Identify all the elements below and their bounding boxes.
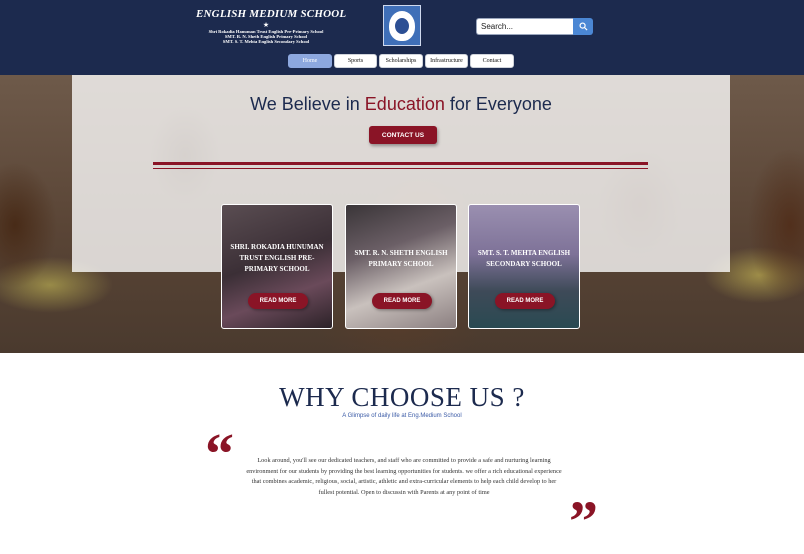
nav-home[interactable]: Home	[288, 54, 332, 68]
hero-background-photo: We Believe in Education for Everyone CON…	[0, 75, 804, 353]
site-header: ENGLISH MEDIUM SCHOOL ★ Shri Rokadia Han…	[0, 0, 804, 75]
hero-title-accent: Education	[364, 94, 445, 114]
divider-line-thin	[153, 168, 648, 169]
open-quote-icon: “	[205, 421, 234, 486]
nav-scholarships[interactable]: Scholarships	[379, 54, 423, 68]
why-choose-us-heading: WHY CHOOSE US ?	[279, 382, 525, 412]
contact-us-button[interactable]: CONTACT US	[369, 126, 437, 144]
school-crest-logo[interactable]	[383, 5, 421, 46]
search-bar	[476, 18, 593, 35]
hero-title: We Believe in Education for Everyone	[250, 94, 552, 114]
school-logo-text[interactable]: ENGLISH MEDIUM SCHOOL ★ Shri Rokadia Han…	[196, 8, 347, 45]
nav-sports[interactable]: Sports	[334, 54, 377, 68]
card-title: SMT. R. N. SHETH ENGLISH PRIMARY SCHOOL	[354, 249, 448, 268]
crest-emblem-icon	[389, 10, 415, 41]
read-more-button[interactable]: READ MORE	[372, 293, 432, 309]
divider-line	[153, 162, 648, 165]
nav-contact[interactable]: Contact	[470, 54, 514, 68]
card-title: SHRI. ROKADIA HUNUMAN TRUST ENGLISH PRE-…	[230, 243, 324, 273]
star-icon: ★	[262, 21, 270, 29]
search-button[interactable]	[573, 18, 593, 35]
why-choose-us-text: Look around, you'll see our dedicated te…	[246, 457, 562, 496]
search-icon	[578, 22, 588, 31]
search-input[interactable]	[476, 18, 573, 35]
close-quote-icon: ”	[569, 489, 598, 554]
read-more-button[interactable]: READ MORE	[495, 293, 555, 309]
school-card-primary[interactable]: SMT. R. N. SHETH ENGLISH PRIMARY SCHOOL …	[345, 204, 457, 329]
logo-title: ENGLISH MEDIUM SCHOOL	[196, 8, 347, 20]
card-title: SMT. S. T. MEHTA ENGLISH SECONDARY SCHOO…	[477, 249, 571, 268]
read-more-button[interactable]: READ MORE	[248, 293, 308, 309]
school-card-preprimary[interactable]: SHRI. ROKADIA HUNUMAN TRUST ENGLISH PRE-…	[221, 204, 333, 329]
why-choose-us-subtitle: A Glimpse of daily life at Eng.Medium Sc…	[342, 413, 462, 419]
logo-line-secondary: SMT. S. T. Mehta English Secondary Schoo…	[222, 39, 310, 45]
nav-infrastructure[interactable]: Infrastructure	[425, 54, 468, 68]
school-card-secondary[interactable]: SMT. S. T. MEHTA ENGLISH SECONDARY SCHOO…	[468, 204, 580, 329]
